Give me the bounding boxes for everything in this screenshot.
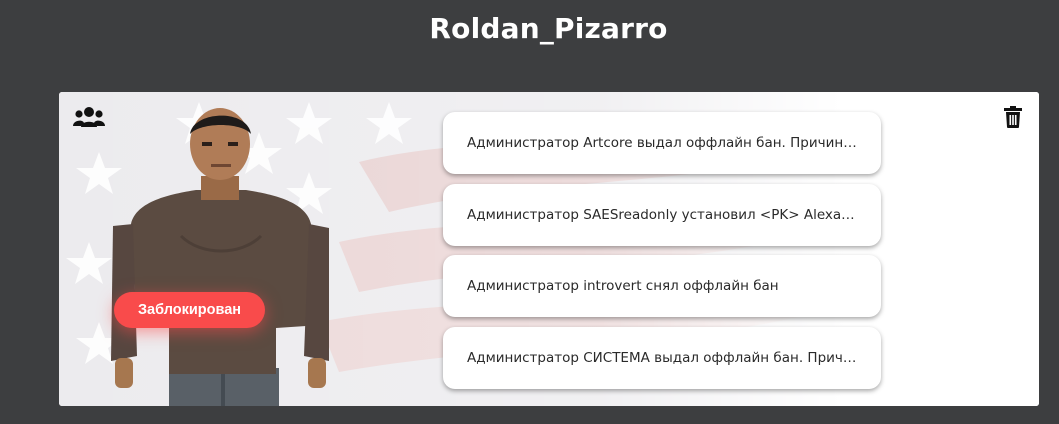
log-item-text: Администратор SAESreadonly установил <PK…	[467, 207, 857, 223]
log-item[interactable]: Администратор introvert снял оффлайн бан	[443, 255, 881, 317]
page-title: Roldan_Pizarro	[429, 12, 668, 45]
log-item-text: Администратор СИСТЕМА выдал оффлайн бан.…	[467, 350, 857, 366]
status-badge: Заблокирован	[114, 292, 265, 328]
log-item[interactable]: Администратор СИСТЕМА выдал оффлайн бан.…	[443, 327, 881, 389]
log-item[interactable]: Администратор SAESreadonly установил <PK…	[443, 184, 881, 246]
log-item-text: Администратор introvert снял оффлайн бан	[467, 278, 779, 294]
character-avatar	[111, 108, 329, 406]
profile-card: Заблокирован Администратор Artcore выдал…	[59, 92, 1039, 406]
log-item[interactable]: Администратор Artcore выдал оффлайн бан.…	[443, 112, 881, 174]
page: Roldan_Pizarro Заблокирован Администрато…	[0, 0, 1059, 424]
trash-icon[interactable]	[1004, 106, 1022, 128]
log-item-text: Администратор Artcore выдал оффлайн бан.…	[467, 135, 857, 151]
